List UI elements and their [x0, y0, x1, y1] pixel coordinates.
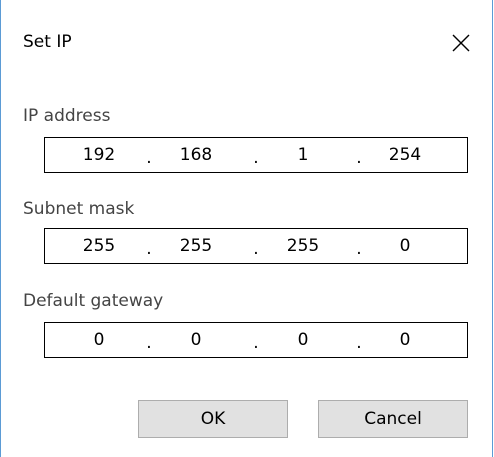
dialog-title: Set IP — [23, 32, 72, 52]
close-icon — [452, 34, 470, 52]
ip-address-dot-1: . — [146, 148, 152, 168]
subnet-mask-dot-3: . — [356, 239, 362, 259]
default-gateway-field: 0 . 0 . 0 . 0 — [44, 322, 468, 358]
default-gateway-octet-4[interactable]: 0 — [370, 329, 440, 351]
default-gateway-dot-1: . — [146, 333, 152, 353]
ip-address-field: 192 . 168 . 1 . 254 — [44, 137, 468, 173]
default-gateway-label: Default gateway — [23, 291, 164, 311]
ok-button[interactable]: OK — [138, 400, 288, 438]
cancel-button[interactable]: Cancel — [318, 400, 468, 438]
set-ip-dialog: Set IP IP address 192 . 168 . 1 . 254 Su… — [0, 0, 493, 457]
ip-address-octet-1[interactable]: 192 — [64, 144, 134, 166]
subnet-mask-octet-4[interactable]: 0 — [370, 235, 440, 257]
default-gateway-dot-3: . — [356, 333, 362, 353]
subnet-mask-octet-3[interactable]: 255 — [268, 235, 338, 257]
default-gateway-octet-2[interactable]: 0 — [161, 329, 231, 351]
ip-address-dot-3: . — [356, 148, 362, 168]
subnet-mask-field: 255 . 255 . 255 . 0 — [44, 228, 468, 264]
default-gateway-octet-3[interactable]: 0 — [268, 329, 338, 351]
subnet-mask-label: Subnet mask — [23, 199, 135, 219]
subnet-mask-octet-2[interactable]: 255 — [161, 235, 231, 257]
default-gateway-dot-2: . — [253, 333, 259, 353]
close-button[interactable] — [448, 30, 474, 56]
ip-address-dot-2: . — [253, 148, 259, 168]
subnet-mask-dot-2: . — [253, 239, 259, 259]
default-gateway-octet-1[interactable]: 0 — [64, 329, 134, 351]
ip-address-octet-2[interactable]: 168 — [161, 144, 231, 166]
ip-address-label: IP address — [23, 106, 111, 126]
subnet-mask-octet-1[interactable]: 255 — [64, 235, 134, 257]
ip-address-octet-4[interactable]: 254 — [370, 144, 440, 166]
ip-address-octet-3[interactable]: 1 — [268, 144, 338, 166]
subnet-mask-dot-1: . — [146, 239, 152, 259]
